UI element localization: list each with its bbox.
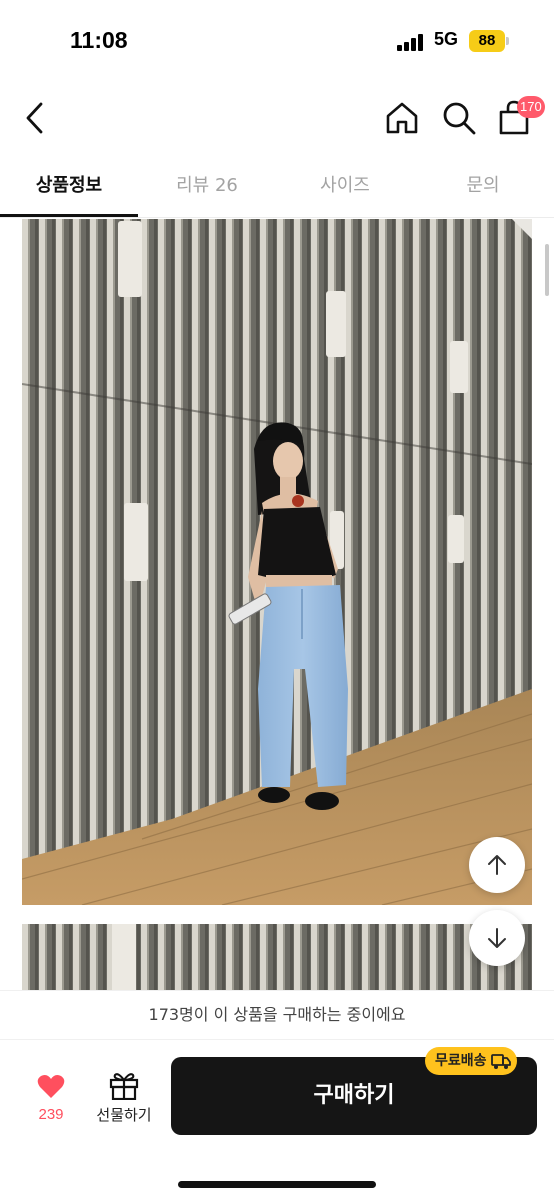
chevron-left-icon [26, 102, 43, 134]
gift-icon [109, 1073, 139, 1100]
home-indicator [178, 1181, 376, 1188]
home-button[interactable] [383, 99, 421, 137]
purchasing-now-banner: 173명이 이 상품을 구매하는 중이에요 [0, 990, 554, 1040]
like-button[interactable]: 239 [28, 1070, 74, 1130]
product-photo-2 [22, 924, 532, 994]
back-button[interactable] [20, 100, 50, 136]
search-button[interactable] [440, 99, 478, 137]
signal-icon [397, 33, 427, 51]
scrollbar-thumb[interactable] [545, 244, 549, 296]
product-photo [22, 219, 532, 905]
free-shipping-badge: 무료배송 [425, 1047, 517, 1075]
battery-tip [506, 37, 509, 45]
tab-reviews[interactable]: 리뷰 26 [138, 160, 276, 218]
truck-icon [490, 1054, 511, 1069]
home-icon [386, 102, 418, 134]
gift-label: 선물하기 [96, 1106, 152, 1124]
tab-size[interactable]: 사이즈 [276, 160, 414, 218]
product-photo-2-illustration [22, 924, 532, 994]
status-time: 11:08 [70, 27, 128, 53]
gift-button[interactable]: 선물하기 [90, 1068, 158, 1128]
like-count: 239 [38, 1106, 64, 1123]
scroll-up-button[interactable] [469, 837, 525, 893]
arrow-down-icon [488, 928, 506, 948]
status-bar: 11:08 5G 88 [0, 0, 554, 80]
free-shipping-label: 무료배송 [435, 1053, 487, 1069]
scroll-down-button[interactable] [469, 910, 525, 966]
top-nav-bar [0, 86, 554, 150]
tab-inquiry[interactable]: 문의 [414, 160, 552, 218]
heart-icon [37, 1075, 65, 1098]
battery-icon: 88 [469, 30, 505, 52]
product-tabs: 상품정보 리뷰 26 사이즈 문의 [0, 160, 554, 218]
product-photo-illustration [22, 219, 532, 905]
network-type: 5G [434, 29, 459, 49]
tab-product-info[interactable]: 상품정보 [0, 160, 138, 218]
tab-active-indicator [0, 214, 138, 217]
arrow-up-icon [488, 855, 506, 875]
cart-badge: 170 [517, 96, 545, 118]
search-icon [443, 102, 476, 135]
